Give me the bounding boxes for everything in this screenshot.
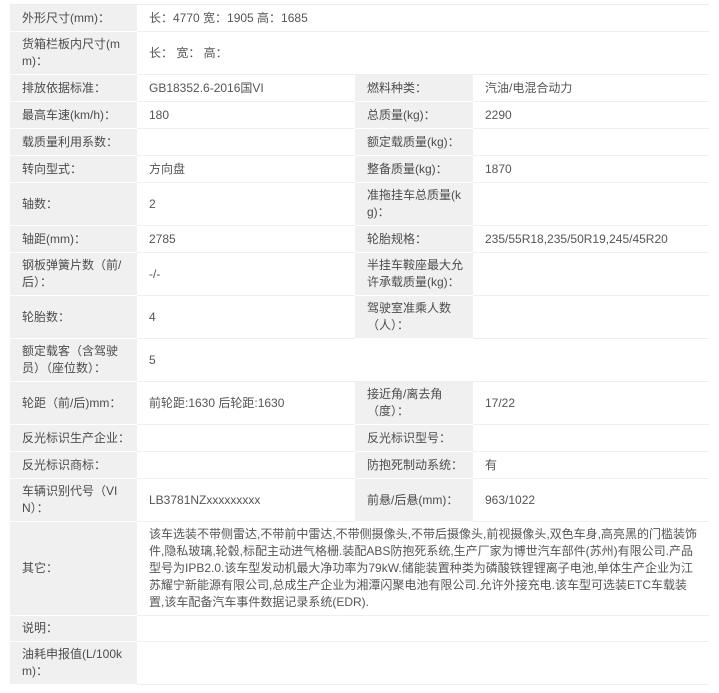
field-value	[473, 183, 709, 226]
field-label: 载质量利用系数：	[10, 129, 137, 156]
field-value: 该车选装不带侧雷达,不带前中雷达,不带侧摄像头,不带后摄像头,前视摄像头,双色车…	[137, 522, 709, 616]
field-value	[473, 425, 709, 452]
row-axle-count-trailer-mass: 轴数： 2 准拖挂车总质量(kg)：	[10, 183, 709, 226]
field-value: LB3781NZxxxxxxxxx	[137, 479, 355, 522]
field-label: 接近角/离去角（度）：	[355, 382, 473, 425]
field-value: 长： 宽： 高：	[137, 32, 709, 75]
field-value: 235/55R18,235/50R19,245/45R20	[473, 226, 709, 253]
row-load-utilization-rated-load: 载质量利用系数： 额定载质量(kg)：	[10, 129, 709, 156]
row-max-speed-total-mass: 最高车速(km/h)： 180 总质量(kg)： 2290	[10, 102, 709, 129]
field-label: 外形尺寸(mm)：	[10, 5, 137, 32]
row-fuel-consumption-declared: 油耗申报值(L/100km)：	[10, 642, 709, 685]
field-value: 180	[137, 102, 355, 129]
vehicle-spec-table: 外形尺寸(mm)： 长：4770 宽：1905 高：1685 货箱栏板内尺寸(m…	[10, 4, 709, 685]
field-value: 5	[137, 339, 709, 382]
field-label: 轮胎数：	[10, 296, 137, 339]
field-label: 燃料种类：	[355, 75, 473, 102]
field-value: 2785	[137, 226, 355, 253]
field-label: 反光标识型号：	[355, 425, 473, 452]
row-vin-overhang: 车辆识别代号（VIN）： LB3781NZxxxxxxxxx 前悬/后悬(mm)…	[10, 479, 709, 522]
row-exterior-dimensions: 外形尺寸(mm)： 长：4770 宽：1905 高：1685	[10, 5, 709, 32]
field-label: 油耗申报值(L/100km)：	[10, 642, 137, 685]
field-label: 轴距(mm)：	[10, 226, 137, 253]
field-label: 整备质量(kg)：	[355, 156, 473, 183]
row-reflective-marking-manufacturer-model: 反光标识生产企业： 反光标识型号：	[10, 425, 709, 452]
field-value: 1870	[473, 156, 709, 183]
field-value: 17/22	[473, 382, 709, 425]
field-value: 方向盘	[137, 156, 355, 183]
field-value	[137, 616, 709, 642]
row-other-equipment: 其它： 该车选装不带侧雷达,不带前中雷达,不带侧摄像头,不带后摄像头,前视摄像头…	[10, 522, 709, 616]
field-value: 汽油/电混合动力	[473, 75, 709, 102]
field-label: 最高车速(km/h)：	[10, 102, 137, 129]
row-cargo-box-inner-dimensions: 货箱栏板内尺寸(mm)： 长： 宽： 高：	[10, 32, 709, 75]
field-value	[473, 253, 709, 296]
field-value: 963/1022	[473, 479, 709, 522]
row-wheelbase-tire-spec: 轴距(mm)： 2785 轮胎规格： 235/55R18,235/50R19,2…	[10, 226, 709, 253]
field-label: 排放依据标准：	[10, 75, 137, 102]
row-reflective-marking-brand-abs: 反光标识商标： 防抱死制动系统： 有	[10, 452, 709, 479]
field-value	[473, 296, 709, 339]
field-label: 前悬/后悬(mm)：	[355, 479, 473, 522]
field-label: 额定载客（含驾驶员）（座位数）：	[10, 339, 137, 382]
field-value: 2	[137, 183, 355, 226]
field-label: 半挂车鞍座最大允许承载质量(kg)：	[355, 253, 473, 296]
field-value	[137, 425, 355, 452]
field-value: 有	[473, 452, 709, 479]
field-label: 轮距（前/后)mm：	[10, 382, 137, 425]
field-value: 4	[137, 296, 355, 339]
field-label: 准拖挂车总质量(kg)：	[355, 183, 473, 226]
field-label: 防抱死制动系统：	[355, 452, 473, 479]
field-label: 车辆识别代号（VIN）：	[10, 479, 137, 522]
row-steering-curb-weight: 转向型式： 方向盘 整备质量(kg)： 1870	[10, 156, 709, 183]
field-value	[473, 129, 709, 156]
field-value	[137, 129, 355, 156]
vehicle-spec-page: 外形尺寸(mm)： 长：4770 宽：1905 高：1685 货箱栏板内尺寸(m…	[0, 0, 719, 693]
field-value: 2290	[473, 102, 709, 129]
field-label: 总质量(kg)：	[355, 102, 473, 129]
row-leaf-springs-saddle-load: 钢板弹簧片数（前/后）： -/- 半挂车鞍座最大允许承载质量(kg)：	[10, 253, 709, 296]
field-value: 前轮距:1630 后轮距:1630	[137, 382, 355, 425]
field-label: 其它：	[10, 522, 137, 616]
field-label: 货箱栏板内尺寸(mm)：	[10, 32, 137, 75]
field-label: 钢板弹簧片数（前/后）：	[10, 253, 137, 296]
row-remarks: 说明：	[10, 616, 709, 642]
field-label: 反光标识商标：	[10, 452, 137, 479]
field-value: GB18352.6-2016国VI	[137, 75, 355, 102]
field-label: 反光标识生产企业：	[10, 425, 137, 452]
field-value	[137, 452, 355, 479]
field-value	[137, 642, 709, 685]
field-label: 转向型式：	[10, 156, 137, 183]
row-tire-count-cab-passengers: 轮胎数： 4 驾驶室准乘人数（人）：	[10, 296, 709, 339]
field-label: 轮胎规格：	[355, 226, 473, 253]
field-value: -/-	[137, 253, 355, 296]
row-track-width-approach-angle: 轮距（前/后)mm： 前轮距:1630 后轮距:1630 接近角/离去角（度）：…	[10, 382, 709, 425]
row-seating-capacity: 额定载客（含驾驶员）（座位数）： 5	[10, 339, 709, 382]
field-label: 说明：	[10, 616, 137, 642]
field-value: 长：4770 宽：1905 高：1685	[137, 5, 709, 32]
field-label: 轴数：	[10, 183, 137, 226]
field-label: 额定载质量(kg)：	[355, 129, 473, 156]
row-emission-standard-fuel-type: 排放依据标准： GB18352.6-2016国VI 燃料种类： 汽油/电混合动力	[10, 75, 709, 102]
field-label: 驾驶室准乘人数（人）：	[355, 296, 473, 339]
